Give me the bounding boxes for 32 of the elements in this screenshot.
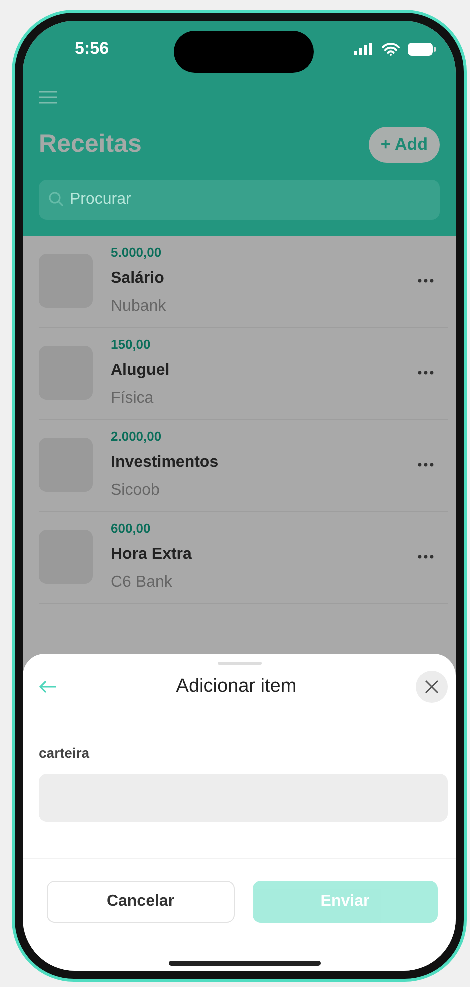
signal-icon bbox=[354, 43, 374, 55]
field-label: carteira bbox=[39, 744, 90, 763]
list-item[interactable]: 5.000,00 Salário Nubank bbox=[39, 236, 448, 328]
item-name: Investimentos bbox=[111, 452, 219, 473]
page-title: Receitas bbox=[39, 129, 142, 160]
close-icon bbox=[425, 680, 439, 694]
more-icon[interactable] bbox=[418, 463, 434, 467]
item-account: C6 Bank bbox=[111, 572, 172, 593]
close-button[interactable] bbox=[416, 671, 448, 703]
list-item[interactable]: 150,00 Aluguel Física bbox=[39, 328, 448, 420]
list-item[interactable]: 2.000,00 Investimentos Sicoob bbox=[39, 420, 448, 512]
item-amount: 150,00 bbox=[111, 336, 151, 354]
item-amount: 5.000,00 bbox=[111, 244, 162, 262]
status-time: 5:56 bbox=[75, 38, 110, 60]
list-item[interactable]: 600,00 Hora Extra C6 Bank bbox=[39, 512, 448, 604]
item-account: Sicoob bbox=[111, 480, 160, 501]
item-name: Hora Extra bbox=[111, 544, 192, 565]
action-button[interactable]: Cancelar bbox=[47, 881, 234, 923]
search-field[interactable]: Procurar bbox=[39, 180, 440, 220]
more-icon[interactable] bbox=[418, 371, 434, 375]
item-amount: 600,00 bbox=[111, 520, 151, 538]
item-name: Salário bbox=[111, 268, 164, 289]
sheet-handle[interactable] bbox=[218, 662, 262, 665]
sheet-title: Adicionar item bbox=[175, 674, 298, 699]
wifi-icon bbox=[382, 42, 400, 56]
more-icon[interactable] bbox=[418, 279, 434, 283]
more-icon[interactable] bbox=[418, 555, 434, 559]
item-name: Aluguel bbox=[111, 360, 170, 381]
item-amount: 2.000,00 bbox=[111, 428, 162, 446]
item-account: Nubank bbox=[111, 296, 166, 317]
item-account: Física bbox=[111, 388, 154, 409]
battery-icon bbox=[408, 42, 436, 56]
